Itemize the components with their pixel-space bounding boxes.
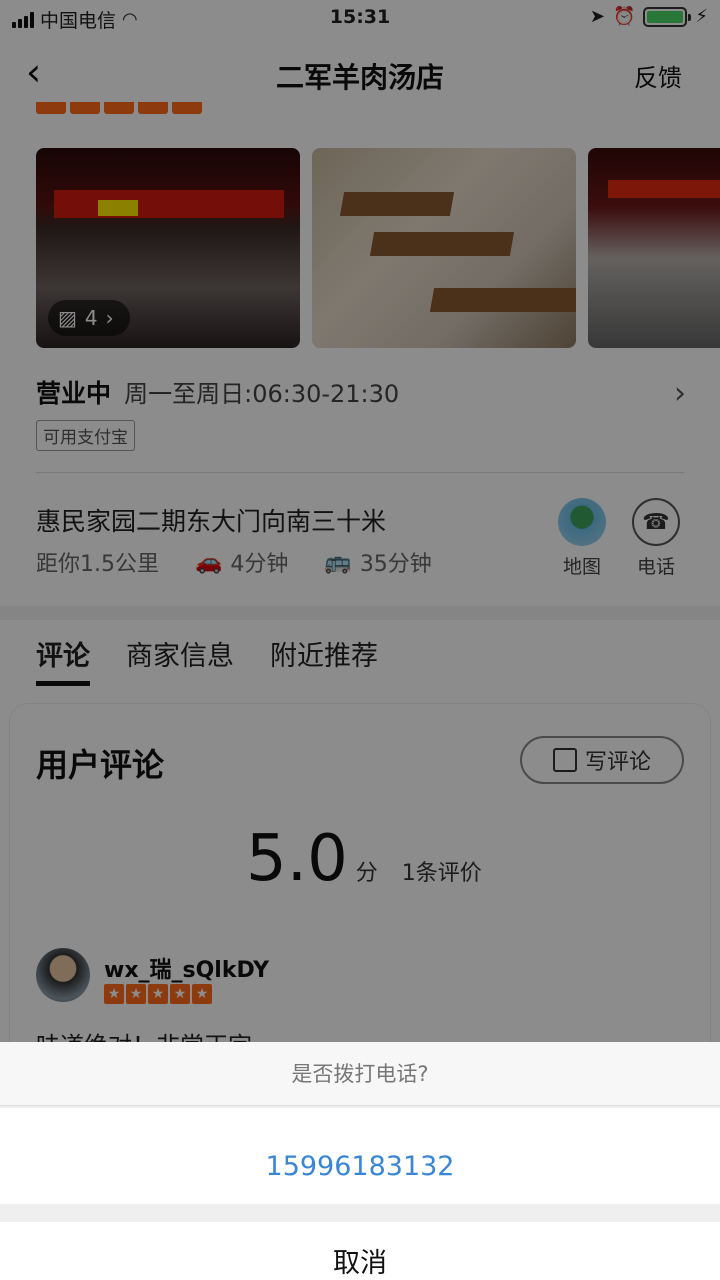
cancel-button[interactable]: 取消	[0, 1204, 720, 1280]
call-prompt: 是否拨打电话?	[0, 1042, 720, 1106]
call-action-sheet: 是否拨打电话? 15996183132 取消	[0, 1042, 720, 1280]
